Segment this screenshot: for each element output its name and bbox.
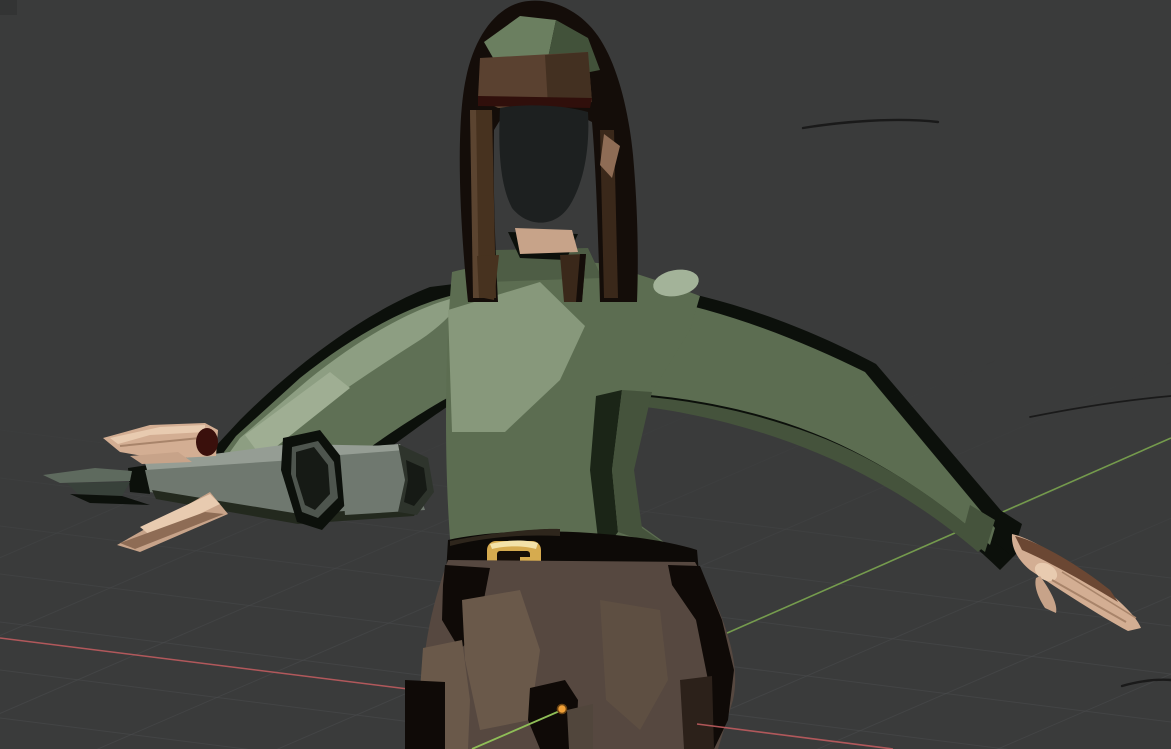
pants-right-dark-strip — [680, 676, 714, 749]
pants-left-dark-strip — [405, 680, 445, 749]
neck-skin — [515, 228, 578, 254]
viewport-canvas[interactable] — [0, 0, 1171, 749]
object-origin-marker[interactable] — [558, 705, 567, 714]
pants-inner-wedge — [567, 704, 593, 749]
viewport-window — [0, 0, 1171, 749]
gauntlet-muzzle — [128, 465, 150, 494]
sleeve-hole — [196, 428, 218, 456]
corner-shade — [0, 0, 17, 15]
